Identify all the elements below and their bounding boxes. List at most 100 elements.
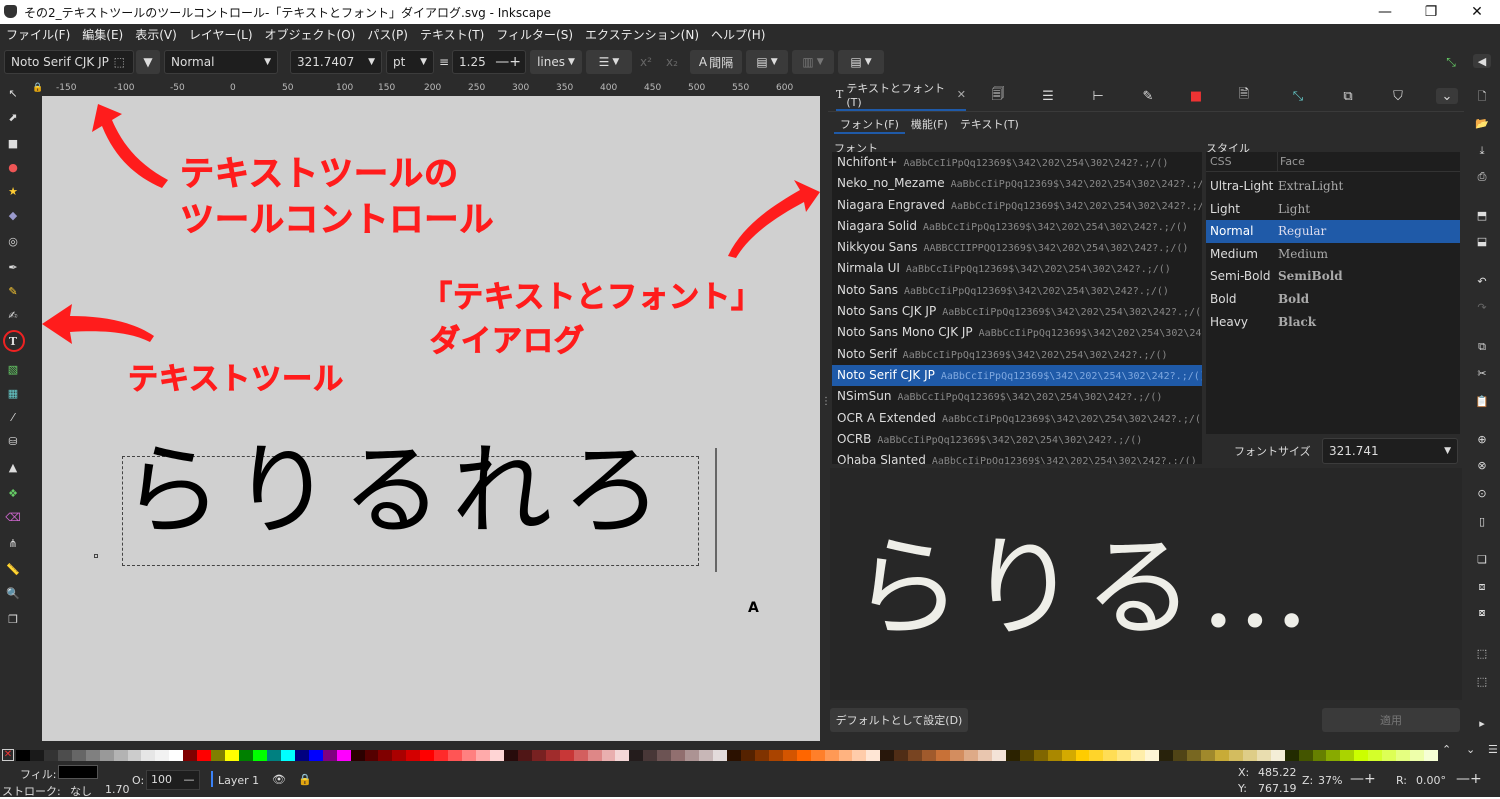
font-list-item[interactable]: Nchifont+ AaBbCcIiPpQq12369$\342\202\254\… — [832, 152, 1202, 173]
rotate-value[interactable]: 0.00° — [1416, 774, 1446, 787]
font-list-item[interactable]: Nirmala UI AaBbCcIiPpQq12369$\342\202\254… — [832, 258, 1202, 279]
node-tool-icon[interactable]: ⬈ — [6, 110, 20, 124]
color-swatch[interactable] — [880, 750, 895, 761]
palette-menu-icon[interactable]: ☰ — [1488, 743, 1498, 756]
3dbox-tool-icon[interactable]: ◆ — [6, 208, 20, 222]
color-swatch[interactable] — [643, 750, 658, 761]
spray-tool-icon[interactable]: ❖ — [6, 486, 20, 500]
stroke-width[interactable]: 1.70 — [105, 783, 130, 796]
palette-scroll-down-icon[interactable]: ⌄ — [1466, 743, 1475, 756]
rotate-stepper-icon[interactable]: —+ — [1456, 771, 1482, 787]
ungroup-icon[interactable]: ⬚ — [1475, 674, 1489, 688]
subtab-features[interactable]: 機能(F) — [905, 116, 954, 134]
menu-help[interactable]: ヘルプ(H) — [705, 26, 771, 43]
color-swatch[interactable] — [155, 750, 170, 761]
style-col-face[interactable]: Face — [1278, 152, 1305, 171]
color-swatch[interactable] — [350, 750, 366, 761]
color-swatch[interactable] — [253, 750, 268, 761]
subtab-font[interactable]: フォント(F) — [834, 116, 905, 134]
writing-mode-dropdown[interactable]: ▤ ▼ — [746, 50, 788, 74]
color-swatch[interactable] — [57, 750, 73, 761]
duplicate-icon[interactable]: ❏ — [1475, 552, 1489, 566]
color-swatch[interactable] — [169, 750, 184, 761]
color-swatch[interactable] — [1061, 750, 1077, 761]
color-swatch[interactable] — [782, 750, 798, 761]
color-swatch[interactable] — [141, 750, 156, 761]
spacing-toggle[interactable]: A 間隔 — [690, 50, 742, 74]
tab-document-properties-icon[interactable]: 🗐 — [990, 87, 1006, 104]
color-swatch[interactable] — [796, 750, 812, 761]
dock-resize-handle[interactable]: ⋮ — [820, 80, 831, 741]
line-unit-combo[interactable]: lines ▼ — [530, 50, 582, 74]
color-swatch[interactable] — [434, 750, 449, 761]
color-swatch[interactable] — [1089, 750, 1104, 761]
font-family-dropdown-icon[interactable]: ▼ — [136, 50, 160, 74]
color-swatch[interactable] — [29, 750, 45, 761]
color-swatch[interactable] — [448, 750, 463, 761]
clone-icon[interactable]: ⧈ — [1475, 580, 1489, 594]
connector-tool-icon[interactable]: ⋔ — [6, 536, 20, 550]
color-swatch[interactable] — [713, 750, 728, 761]
tab-transform-icon[interactable]: ⧉ — [1340, 88, 1356, 104]
style-list-item[interactable]: Normal Regular — [1206, 220, 1460, 243]
color-swatch[interactable] — [280, 750, 296, 761]
color-swatch[interactable] — [476, 750, 491, 761]
color-swatch[interactable] — [852, 750, 867, 761]
color-swatch[interactable] — [336, 750, 352, 761]
color-swatch[interactable] — [629, 750, 644, 761]
color-swatch[interactable] — [1382, 750, 1397, 761]
color-swatch[interactable] — [1075, 750, 1090, 761]
measure-tool-icon[interactable]: 📏 — [6, 562, 20, 576]
color-swatch[interactable] — [406, 750, 421, 761]
subscript-icon[interactable]: x₂ — [662, 50, 682, 74]
color-swatch[interactable] — [1354, 750, 1369, 761]
snap-icon[interactable]: ⤡ — [1442, 50, 1460, 74]
style-list[interactable]: CSS Face Ultra-Light ExtraLight Light Light… — [1206, 152, 1460, 434]
color-swatch[interactable] — [1214, 750, 1230, 761]
tab-layers-icon[interactable]: ☰ — [1040, 88, 1056, 104]
color-swatch[interactable] — [908, 750, 923, 761]
color-swatch[interactable] — [866, 750, 881, 761]
color-swatch[interactable] — [936, 750, 951, 761]
color-swatch[interactable] — [71, 750, 87, 761]
color-swatch[interactable] — [99, 750, 115, 761]
color-swatch[interactable] — [294, 750, 310, 761]
menu-text[interactable]: テキスト(T) — [414, 26, 490, 43]
color-swatch[interactable] — [1117, 750, 1132, 761]
color-swatch[interactable] — [392, 750, 407, 761]
color-swatch[interactable] — [950, 750, 965, 761]
color-swatch[interactable] — [1312, 750, 1327, 761]
zoom-stepper-icon[interactable]: —+ — [1350, 771, 1376, 787]
font-list-item[interactable]: Niagara Solid AaBbCcIiPpQq12369$\342\202\… — [832, 216, 1202, 237]
color-swatch[interactable] — [1298, 750, 1314, 761]
export-icon[interactable]: ⬓ — [1475, 234, 1489, 248]
undo-icon[interactable]: ↶ — [1475, 274, 1489, 288]
opacity-stepper-icon[interactable]: — — [184, 773, 195, 786]
menu-path[interactable]: パス(P) — [361, 26, 414, 43]
style-list-item[interactable]: Ultra-Light ExtraLight — [1206, 175, 1460, 198]
tab-overflow-chevron-icon[interactable]: ⌄ — [1436, 88, 1458, 104]
layer-visibility-icon[interactable]: 👁 — [272, 773, 286, 786]
font-family-combo[interactable]: Noto Serif CJK JP ⬚ — [4, 50, 134, 74]
eraser-tool-icon[interactable]: ⌫ — [5, 510, 21, 524]
layer-lock-icon[interactable]: 🔒 — [298, 773, 312, 786]
tab-align-icon[interactable]: ⊢ — [1090, 88, 1106, 104]
pen-tool-icon[interactable]: ✒ — [6, 260, 20, 274]
color-swatch[interactable] — [197, 750, 212, 761]
menu-layer[interactable]: レイヤー(L) — [183, 26, 259, 43]
import-icon[interactable]: ⬒ — [1475, 208, 1489, 222]
color-swatch[interactable] — [420, 750, 435, 761]
font-list-item[interactable]: Noto Serif CJK JP AaBbCcIiPpQq12369$\342\… — [832, 364, 1202, 387]
font-list-item[interactable]: OCR A Extended AaBbCcIiPpQq12369$\342\202… — [832, 408, 1202, 429]
color-swatch[interactable] — [1396, 750, 1411, 761]
font-list-item[interactable]: Niagara Engraved AaBbCcIiPpQq12369$\342\2… — [832, 195, 1202, 216]
fill-swatch[interactable] — [58, 765, 98, 779]
style-list-item[interactable]: Heavy Black — [1206, 311, 1460, 334]
color-swatch[interactable] — [1410, 750, 1425, 761]
zoom-tool-icon[interactable]: 🔍 — [6, 586, 20, 600]
color-swatch[interactable] — [601, 750, 616, 761]
pencil-tool-icon[interactable]: ✎ — [6, 284, 20, 298]
color-swatch[interactable] — [225, 750, 240, 761]
spiral-tool-icon[interactable]: ◎ — [6, 234, 20, 248]
color-swatch[interactable] — [378, 750, 393, 761]
